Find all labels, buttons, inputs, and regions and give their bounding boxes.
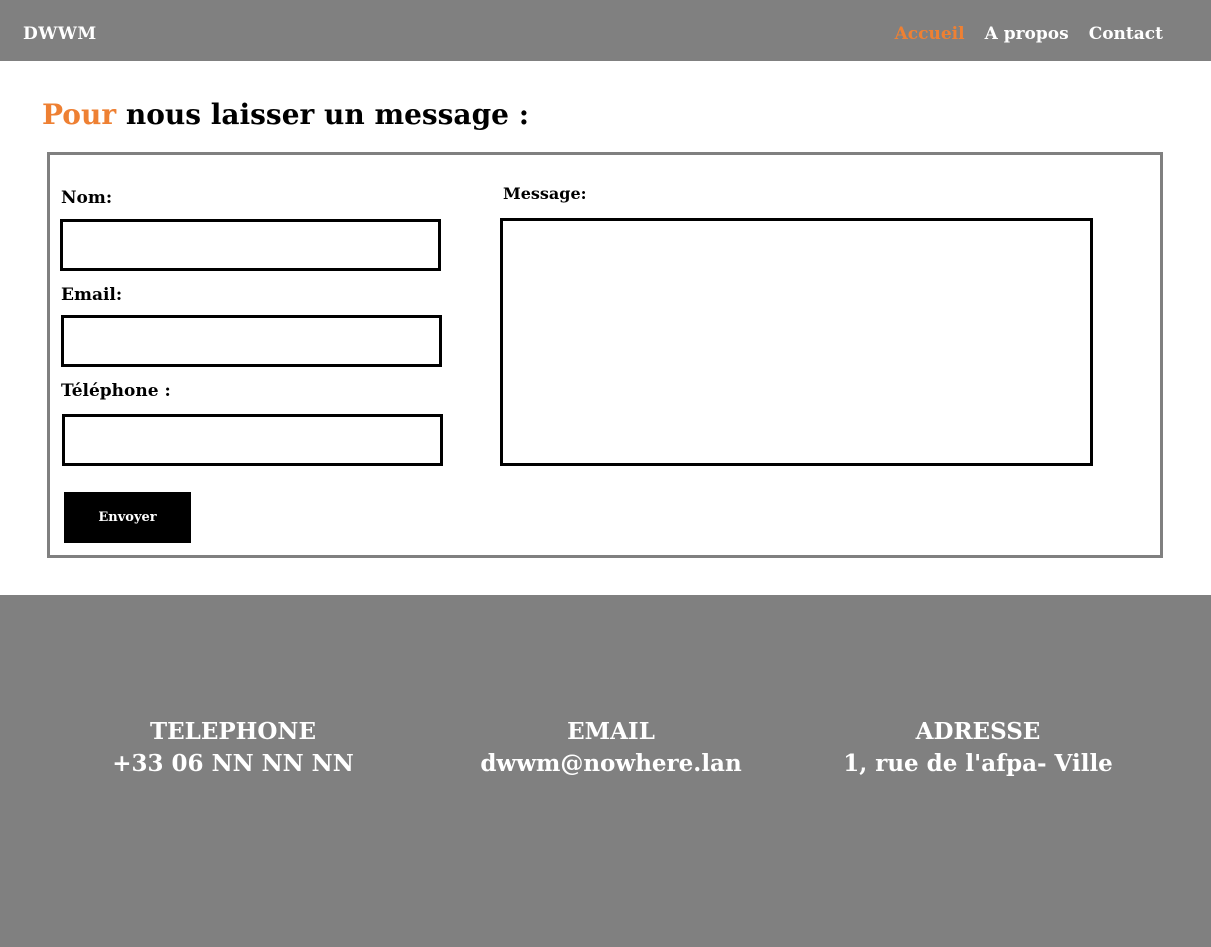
name-input[interactable] xyxy=(60,219,441,271)
nav-link-contact[interactable]: Contact xyxy=(1089,24,1163,44)
main-nav: Accueil A propos Contact xyxy=(895,24,1163,44)
nav-link-a-propos[interactable]: A propos xyxy=(985,24,1069,44)
email-input[interactable] xyxy=(61,315,442,367)
footer-phone-value: +33 06 NN NN NN xyxy=(112,750,354,777)
footer: TELEPHONE +33 06 NN NN NN EMAIL dwwm@now… xyxy=(0,595,1211,947)
footer-address-block: ADRESSE 1, rue de l'afpa- Ville xyxy=(843,716,1113,780)
footer-phone-title: TELEPHONE xyxy=(150,718,316,745)
nav-link-accueil[interactable]: Accueil xyxy=(895,24,965,44)
brand-logo[interactable]: DWWM xyxy=(23,24,97,44)
email-label: Email: xyxy=(61,285,123,305)
phone-input[interactable] xyxy=(62,414,443,466)
send-button[interactable]: Envoyer xyxy=(64,492,191,543)
page-title-rest: nous laisser un message : xyxy=(116,98,530,131)
footer-email-block: EMAIL dwwm@nowhere.lan xyxy=(480,716,741,780)
footer-address-value: 1, rue de l'afpa- Ville xyxy=(843,750,1113,777)
footer-email-value: dwwm@nowhere.lan xyxy=(480,750,742,777)
message-label: Message: xyxy=(503,184,587,203)
phone-label: Téléphone : xyxy=(61,381,171,401)
page-title-accent: Pour xyxy=(42,98,117,131)
footer-address-title: ADRESSE xyxy=(915,718,1041,745)
footer-phone-block: TELEPHONE +33 06 NN NN NN xyxy=(112,716,353,780)
name-label: Nom: xyxy=(61,188,113,208)
top-navbar: DWWM Accueil A propos Contact xyxy=(0,0,1211,61)
message-textarea[interactable] xyxy=(500,218,1093,466)
page-title: Pour nous laisser un message : xyxy=(42,98,529,131)
footer-email-title: EMAIL xyxy=(567,718,655,745)
